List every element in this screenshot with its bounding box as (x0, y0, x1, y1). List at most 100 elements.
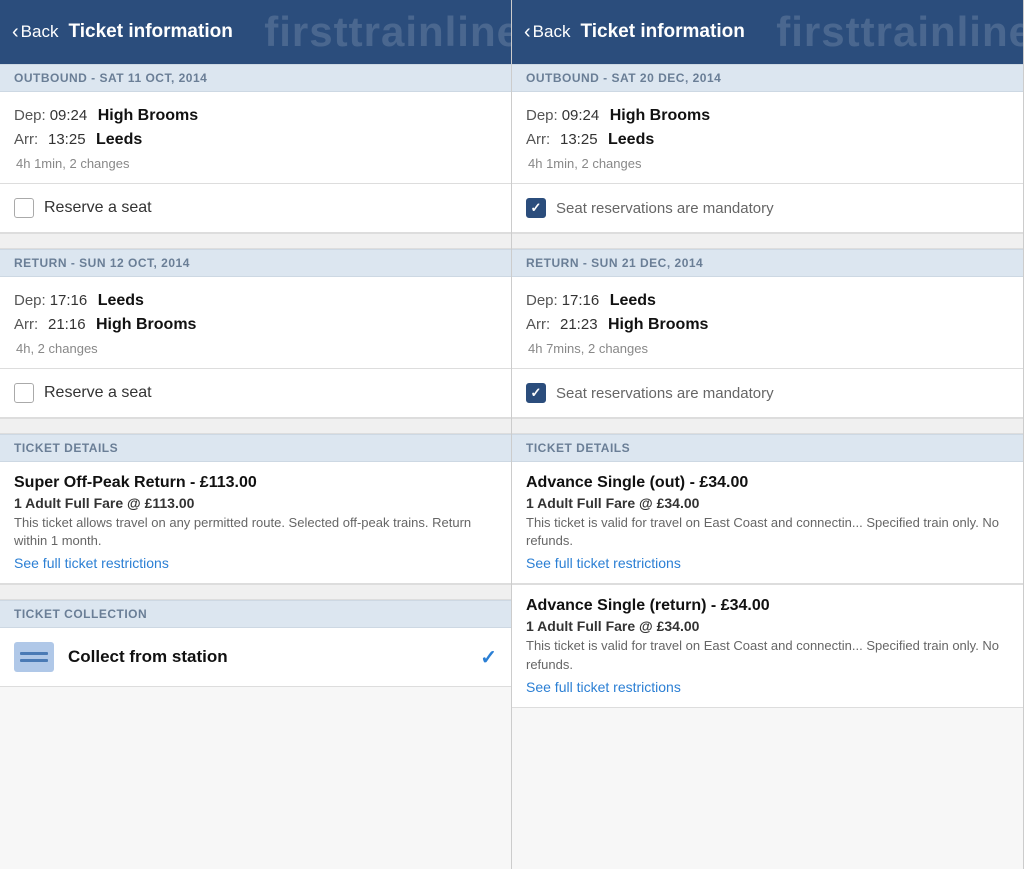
left-return-journey-card: Dep: 17:16 Leeds Arr: 21:16 High Brooms … (0, 277, 511, 369)
left-back-chevron-icon: ‹ (12, 22, 19, 42)
right-ticket2-name: Advance Single (return) - £34.00 (526, 597, 1009, 615)
right-outbound-dep-station: High Brooms (610, 104, 710, 128)
left-header-title: Ticket information (68, 21, 232, 43)
right-ticket1-name: Advance Single (out) - £34.00 (526, 474, 1009, 492)
right-return-times: Dep: 17:16 Leeds Arr: 21:23 High Brooms (526, 289, 1009, 337)
left-outbound-arr-row: Arr: 13:25 Leeds (14, 128, 497, 152)
right-header-title: Ticket information (580, 21, 744, 43)
left-outbound-reserve-label: Reserve a seat (44, 199, 152, 217)
right-back-button[interactable]: ‹ Back (524, 22, 570, 42)
right-back-label: Back (533, 22, 571, 42)
right-return-arr-row: Arr: 21:23 High Brooms (526, 313, 1009, 337)
right-ticket2-desc: This ticket is valid for travel on East … (526, 637, 1009, 673)
right-return-dep-label: Dep: (526, 290, 558, 313)
left-ticket-details-label: TICKET DETAILS (0, 434, 511, 462)
left-return-arr-row: Arr: 21:16 High Brooms (14, 313, 497, 337)
right-back-chevron-icon: ‹ (524, 22, 531, 42)
right-return-dep-time: 17:16 (562, 290, 606, 313)
left-outbound-times: Dep: 09:24 High Brooms Arr: 13:25 Leeds (14, 104, 497, 152)
left-panel: ‹ Back Ticket information firsttrainline… (0, 0, 512, 869)
right-ticket1-card: Advance Single (out) - £34.00 1 Adult Fu… (512, 462, 1023, 584)
left-outbound-dep-row: Dep: 09:24 High Brooms (14, 104, 497, 128)
right-return-arr-label: Arr: (526, 314, 556, 337)
left-outbound-arr-station: Leeds (96, 128, 142, 152)
left-return-arr-label: Arr: (14, 314, 44, 337)
left-ticket-name: Super Off-Peak Return - £113.00 (14, 474, 497, 492)
left-return-arr-time: 21:16 (48, 314, 92, 337)
left-outbound-journey-card: Dep: 09:24 High Brooms Arr: 13:25 Leeds … (0, 92, 511, 184)
right-ticket2-fare: 1 Adult Full Fare @ £34.00 (526, 618, 1009, 634)
right-return-mandatory-checkbox (526, 383, 546, 403)
right-ticket1-link[interactable]: See full ticket restrictions (526, 555, 1009, 571)
right-outbound-arr-station: Leeds (608, 128, 654, 152)
right-outbound-journey-card: Dep: 09:24 High Brooms Arr: 13:25 Leeds … (512, 92, 1023, 184)
right-spacer-2 (512, 418, 1023, 434)
right-ticket1-desc: This ticket is valid for travel on East … (526, 514, 1009, 550)
left-return-dep-time: 17:16 (50, 290, 94, 313)
left-header: ‹ Back Ticket information firsttrainline (0, 0, 511, 64)
right-return-dep-row: Dep: 17:16 Leeds (526, 289, 1009, 313)
right-outbound-mandatory-checkbox (526, 198, 546, 218)
right-outbound-dep-time: 09:24 (562, 105, 606, 128)
right-ticket1-fare: 1 Adult Full Fare @ £34.00 (526, 495, 1009, 511)
left-back-button[interactable]: ‹ Back (12, 22, 58, 42)
left-return-meta: 4h, 2 changes (16, 341, 497, 356)
left-outbound-section-label: OUTBOUND - SAT 11 OCT, 2014 (0, 64, 511, 92)
left-return-reserve-row[interactable]: Reserve a seat (0, 369, 511, 418)
right-outbound-dep-label: Dep: (526, 105, 558, 128)
right-outbound-mandatory-row: Seat reservations are mandatory (512, 184, 1023, 233)
left-outbound-meta: 4h 1min, 2 changes (16, 156, 497, 171)
right-outbound-arr-row: Arr: 13:25 Leeds (526, 128, 1009, 152)
left-ticket-link[interactable]: See full ticket restrictions (14, 555, 497, 571)
left-content: OUTBOUND - SAT 11 OCT, 2014 Dep: 09:24 H… (0, 64, 511, 687)
left-collection-section-label: TICKET COLLECTION (0, 600, 511, 628)
left-spacer-1 (0, 233, 511, 249)
left-return-times: Dep: 17:16 Leeds Arr: 21:16 High Brooms (14, 289, 497, 337)
left-ticket-desc: This ticket allows travel on any permitt… (14, 514, 497, 550)
right-outbound-section-label: OUTBOUND - SAT 20 DEC, 2014 (512, 64, 1023, 92)
right-ticket2-link[interactable]: See full ticket restrictions (526, 679, 1009, 695)
left-collection-card[interactable]: Collect from station ✓ (0, 628, 511, 687)
left-outbound-dep-station: High Brooms (98, 104, 198, 128)
left-return-dep-row: Dep: 17:16 Leeds (14, 289, 497, 313)
right-header-watermark: firsttrainline (776, 8, 1023, 56)
right-ticket-details-label: TICKET DETAILS (512, 434, 1023, 462)
right-outbound-arr-time: 13:25 (560, 129, 604, 152)
right-outbound-mandatory-label: Seat reservations are mandatory (556, 200, 774, 217)
right-outbound-times: Dep: 09:24 High Brooms Arr: 13:25 Leeds (526, 104, 1009, 152)
right-content: OUTBOUND - SAT 20 DEC, 2014 Dep: 09:24 H… (512, 64, 1023, 708)
right-panel: ‹ Back Ticket information firsttrainline… (512, 0, 1024, 869)
left-outbound-arr-label: Arr: (14, 129, 44, 152)
left-collection-icon (14, 642, 54, 672)
right-outbound-arr-label: Arr: (526, 129, 556, 152)
left-outbound-arr-time: 13:25 (48, 129, 92, 152)
right-return-mandatory-row: Seat reservations are mandatory (512, 369, 1023, 418)
left-outbound-dep-label: Dep: (14, 105, 46, 128)
left-ticket-details-card: Super Off-Peak Return - £113.00 1 Adult … (0, 462, 511, 584)
left-collection-icon-line2 (20, 659, 48, 662)
right-header: ‹ Back Ticket information firsttrainline (512, 0, 1023, 64)
left-outbound-dep-time: 09:24 (50, 105, 94, 128)
left-spacer-2 (0, 418, 511, 434)
right-outbound-dep-row: Dep: 09:24 High Brooms (526, 104, 1009, 128)
left-return-reserve-checkbox[interactable] (14, 383, 34, 403)
left-return-arr-station: High Brooms (96, 313, 196, 337)
left-spacer-3 (0, 584, 511, 600)
left-collection-icon-line1 (20, 652, 48, 655)
right-outbound-meta: 4h 1min, 2 changes (528, 156, 1009, 171)
right-return-dep-station: Leeds (610, 289, 656, 313)
left-ticket-fare: 1 Adult Full Fare @ £113.00 (14, 495, 497, 511)
right-return-arr-station: High Brooms (608, 313, 708, 337)
left-collection-checkmark-icon: ✓ (480, 645, 497, 670)
left-header-watermark: firsttrainline (264, 8, 511, 56)
right-return-arr-time: 21:23 (560, 314, 604, 337)
right-ticket2-card: Advance Single (return) - £34.00 1 Adult… (512, 585, 1023, 707)
left-outbound-reserve-row[interactable]: Reserve a seat (0, 184, 511, 233)
right-return-mandatory-label: Seat reservations are mandatory (556, 385, 774, 402)
left-return-reserve-label: Reserve a seat (44, 384, 152, 402)
left-return-dep-station: Leeds (98, 289, 144, 313)
left-outbound-reserve-checkbox[interactable] (14, 198, 34, 218)
right-return-section-label: RETURN - SUN 21 DEC, 2014 (512, 249, 1023, 277)
left-collection-label: Collect from station (68, 647, 466, 667)
left-return-section-label: RETURN - SUN 12 OCT, 2014 (0, 249, 511, 277)
